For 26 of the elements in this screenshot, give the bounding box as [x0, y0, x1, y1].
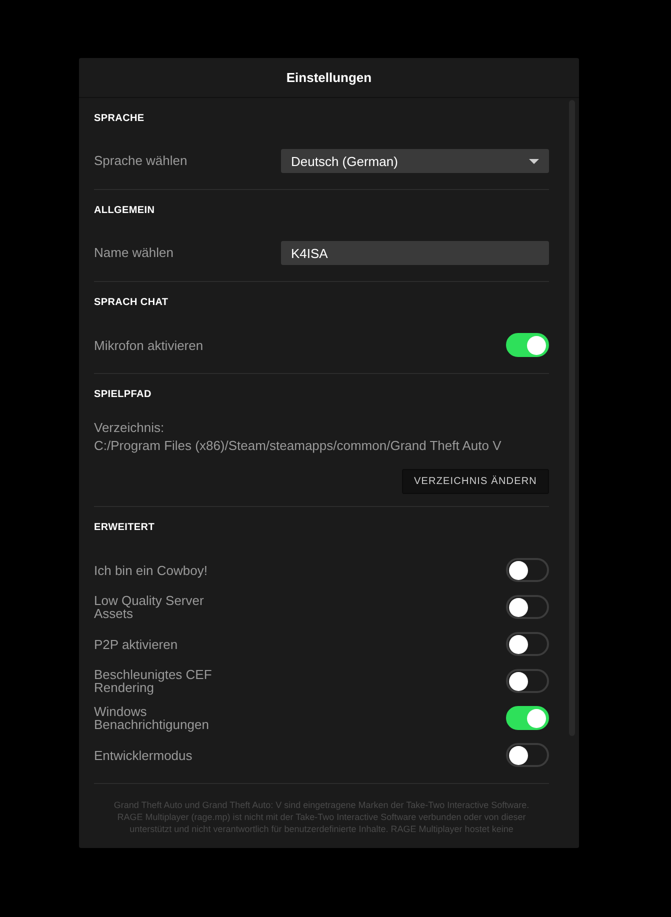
directory-label: Verzeichnis: [94, 419, 166, 437]
setting-label: Sprache wählen [94, 152, 188, 170]
directory-path: C:/Program Files (x86)/Steam/steamapps/common/Grand Theft Auto V [94, 437, 502, 455]
setting-label: P2P aktivieren [94, 638, 178, 650]
section-heading: ALLGEMEIN [94, 204, 156, 218]
setting-label: Low Quality Server Assets [94, 594, 205, 620]
toggle-switch[interactable] [506, 743, 549, 767]
setting-label: Beschleunigtes CEF Rendering [94, 668, 213, 694]
setting-label: Ich bin ein Cowboy! [94, 564, 208, 576]
toggle-switch[interactable] [506, 669, 549, 693]
name-input-field[interactable]: K4ISA [281, 241, 549, 265]
change-directory-button[interactable]: VERZEICHNIS ÄNDERN [402, 469, 549, 494]
section-heading: SPRACHE [94, 112, 146, 126]
language-dropdown[interactable]: Deutsch (German) [281, 149, 549, 173]
caret-icon [529, 158, 539, 164]
window-title: Einstellungen [286, 70, 372, 85]
toggle-switch[interactable] [506, 595, 549, 619]
section-heading: ERWEITERT [94, 521, 156, 535]
section-heading: SPRACH CHAT [94, 296, 170, 310]
setting-label: Name wählen [94, 244, 174, 262]
setting-label: Windows Benachrichtigungen [94, 705, 210, 731]
section-heading: SPIELPFAD [94, 388, 152, 402]
setting-label: Mikrofon aktivieren [94, 338, 204, 352]
toggle-switch[interactable] [506, 632, 549, 656]
toggle-switch[interactable] [506, 558, 549, 582]
setting-label: Entwicklermodus [94, 748, 192, 762]
